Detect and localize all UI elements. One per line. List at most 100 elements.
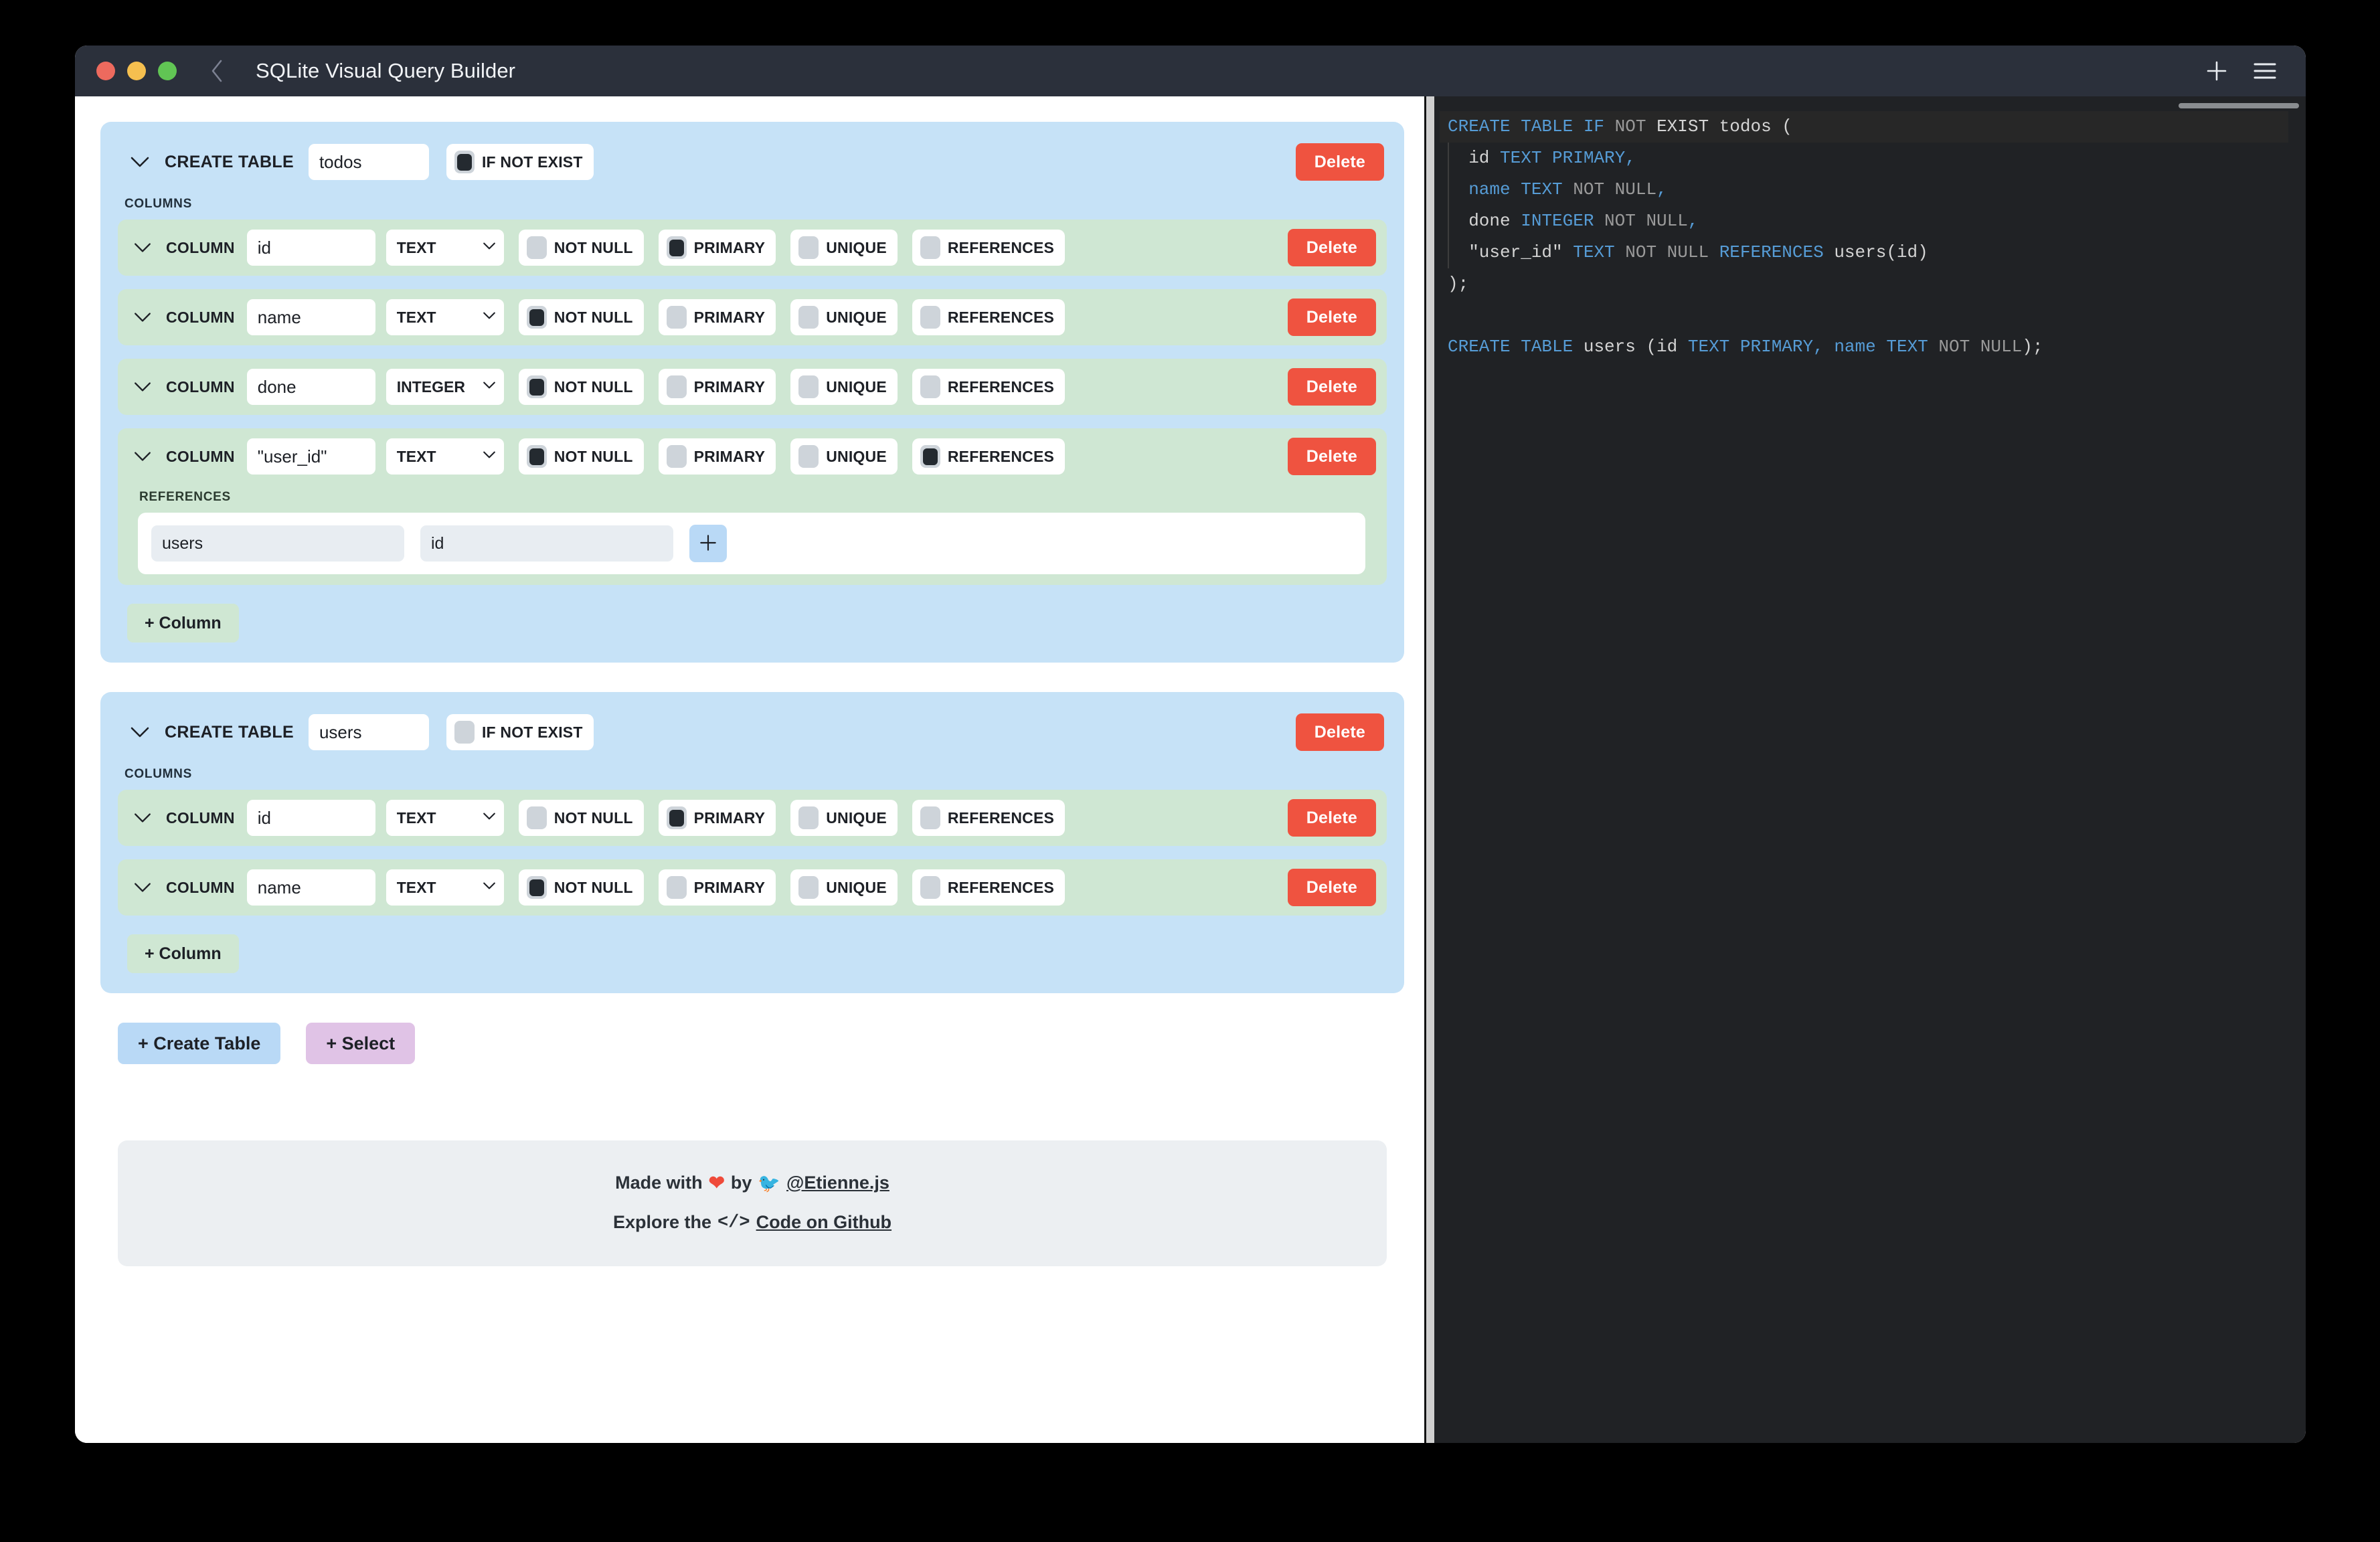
chevron-down-icon[interactable] xyxy=(127,441,158,472)
minimize-window-button[interactable] xyxy=(127,62,146,80)
add-column-button[interactable]: + Column xyxy=(127,934,239,973)
references-checkbox[interactable]: REFERENCES xyxy=(912,438,1066,475)
column-type-select[interactable]: TEXT xyxy=(386,800,504,836)
column-type-select-wrap: TEXT xyxy=(375,800,504,836)
unique-checkbox[interactable]: UNIQUE xyxy=(790,369,898,405)
delete-table-button[interactable]: Delete xyxy=(1295,713,1384,751)
delete-column-button[interactable]: Delete xyxy=(1287,229,1376,266)
horizontal-scrollbar[interactable] xyxy=(2179,103,2299,108)
column-name-input[interactable] xyxy=(246,369,375,405)
sql-token: REFERENCES xyxy=(1719,242,1824,262)
column-type-select[interactable]: TEXT xyxy=(386,438,504,475)
table-name-input[interactable] xyxy=(308,144,429,180)
if-not-exist-checkbox[interactable]: IF NOT EXIST xyxy=(446,144,594,180)
reference-column-input[interactable] xyxy=(420,525,673,562)
sql-token: , xyxy=(1625,148,1636,168)
delete-column-button[interactable]: Delete xyxy=(1287,438,1376,475)
checkbox-box xyxy=(666,306,687,329)
delete-column-button[interactable]: Delete xyxy=(1287,368,1376,406)
github-link[interactable]: Code on Github xyxy=(756,1212,891,1233)
query-builder-pane: CREATE TABLE IF NOT EXIST Delete COLUMNS xyxy=(75,96,1424,1443)
unique-checkbox[interactable]: UNIQUE xyxy=(790,800,898,836)
primary-checkbox[interactable]: PRIMARY xyxy=(658,438,776,475)
add-column-button[interactable]: + Column xyxy=(127,604,239,642)
column-type-select[interactable]: INTEGER xyxy=(386,369,504,405)
primary-checkbox[interactable]: PRIMARY xyxy=(658,869,776,906)
column-row: COLUMN TEXT NOT NULL xyxy=(127,298,1376,336)
create-table-label: CREATE TABLE xyxy=(165,152,294,171)
chevron-down-icon[interactable] xyxy=(127,802,158,833)
unique-label: UNIQUE xyxy=(826,878,887,896)
chevron-down-icon[interactable] xyxy=(124,147,155,177)
chevron-left-icon[interactable] xyxy=(205,59,229,83)
not-null-checkbox[interactable]: NOT NULL xyxy=(518,800,644,836)
app-window: SQLite Visual Query Builder CREATE TABLE xyxy=(75,46,2306,1443)
references-checkbox[interactable]: REFERENCES xyxy=(912,299,1066,335)
column-type-select[interactable]: TEXT xyxy=(386,230,504,266)
unique-checkbox[interactable]: UNIQUE xyxy=(790,230,898,266)
delete-column-button[interactable]: Delete xyxy=(1287,799,1376,837)
references-checkbox[interactable]: REFERENCES xyxy=(912,369,1066,405)
not-null-checkbox[interactable]: NOT NULL xyxy=(518,369,644,405)
not-null-checkbox[interactable]: NOT NULL xyxy=(518,230,644,266)
column-name-input[interactable] xyxy=(246,438,375,475)
hamburger-menu-icon[interactable] xyxy=(2247,53,2283,89)
sql-token: TEXT xyxy=(1886,337,1928,357)
add-create-table-button[interactable]: + Create Table xyxy=(118,1023,281,1064)
author-link[interactable]: @Etienne.js xyxy=(786,1173,889,1193)
unique-checkbox[interactable]: UNIQUE xyxy=(790,299,898,335)
unique-checkbox[interactable]: UNIQUE xyxy=(790,869,898,906)
chevron-down-icon[interactable] xyxy=(127,371,158,402)
checkbox-box xyxy=(920,375,940,398)
references-checkbox[interactable]: REFERENCES xyxy=(912,800,1066,836)
made-with-text: Made with xyxy=(615,1173,703,1193)
plus-icon[interactable] xyxy=(2199,53,2235,89)
reference-table-input[interactable] xyxy=(151,525,404,562)
not-null-label: NOT NULL xyxy=(554,447,633,465)
column-card: COLUMN TEXT NOT NULL xyxy=(118,428,1387,585)
checkbox-box xyxy=(526,375,547,398)
column-card: COLUMN INTEGER NOT NULL xyxy=(118,359,1387,415)
not-null-checkbox[interactable]: NOT NULL xyxy=(518,438,644,475)
references-label: REFERENCES xyxy=(947,238,1055,256)
checkbox-box xyxy=(454,721,475,744)
not-null-checkbox[interactable]: NOT NULL xyxy=(518,869,644,906)
unique-checkbox[interactable]: UNIQUE xyxy=(790,438,898,475)
sql-code-view[interactable]: CREATE TABLE IF NOT EXIST todos ( id TEX… xyxy=(1440,111,2288,363)
chevron-down-icon[interactable] xyxy=(127,232,158,263)
primary-label: PRIMARY xyxy=(693,377,766,396)
if-not-exist-checkbox[interactable]: IF NOT EXIST xyxy=(446,714,594,750)
chevron-down-icon[interactable] xyxy=(127,872,158,903)
checkbox-box xyxy=(526,806,547,829)
column-name-input[interactable] xyxy=(246,299,375,335)
primary-checkbox[interactable]: PRIMARY xyxy=(658,369,776,405)
chevron-down-icon[interactable] xyxy=(124,717,155,748)
column-name-input[interactable] xyxy=(246,800,375,836)
sql-line: CREATE TABLE users (id TEXT PRIMARY, nam… xyxy=(1440,331,2288,363)
primary-checkbox[interactable]: PRIMARY xyxy=(658,230,776,266)
checkbox-box xyxy=(920,806,940,829)
primary-checkbox[interactable]: PRIMARY xyxy=(658,800,776,836)
delete-column-button[interactable]: Delete xyxy=(1287,869,1376,906)
column-name-input[interactable] xyxy=(246,230,375,266)
delete-table-button[interactable]: Delete xyxy=(1295,143,1384,181)
column-name-input[interactable] xyxy=(246,869,375,906)
delete-column-button[interactable]: Delete xyxy=(1287,298,1376,336)
maximize-window-button[interactable] xyxy=(158,62,177,80)
references-checkbox[interactable]: REFERENCES xyxy=(912,869,1066,906)
column-type-select[interactable]: TEXT xyxy=(386,299,504,335)
table-card: CREATE TABLE IF NOT EXIST Delete COLUMNS xyxy=(100,692,1404,993)
add-select-button[interactable]: + Select xyxy=(306,1023,416,1064)
table-name-input[interactable] xyxy=(308,714,429,750)
not-null-checkbox[interactable]: NOT NULL xyxy=(518,299,644,335)
references-checkbox[interactable]: REFERENCES xyxy=(912,230,1066,266)
column-card: COLUMN TEXT NOT NULL xyxy=(118,859,1387,916)
code-icon: </> xyxy=(717,1212,750,1233)
sql-token: , xyxy=(1656,179,1667,199)
primary-checkbox[interactable]: PRIMARY xyxy=(658,299,776,335)
column-type-select[interactable]: TEXT xyxy=(386,869,504,906)
add-reference-button[interactable] xyxy=(689,525,727,562)
close-window-button[interactable] xyxy=(96,62,115,80)
chevron-down-icon[interactable] xyxy=(127,302,158,333)
not-null-label: NOT NULL xyxy=(554,878,633,896)
